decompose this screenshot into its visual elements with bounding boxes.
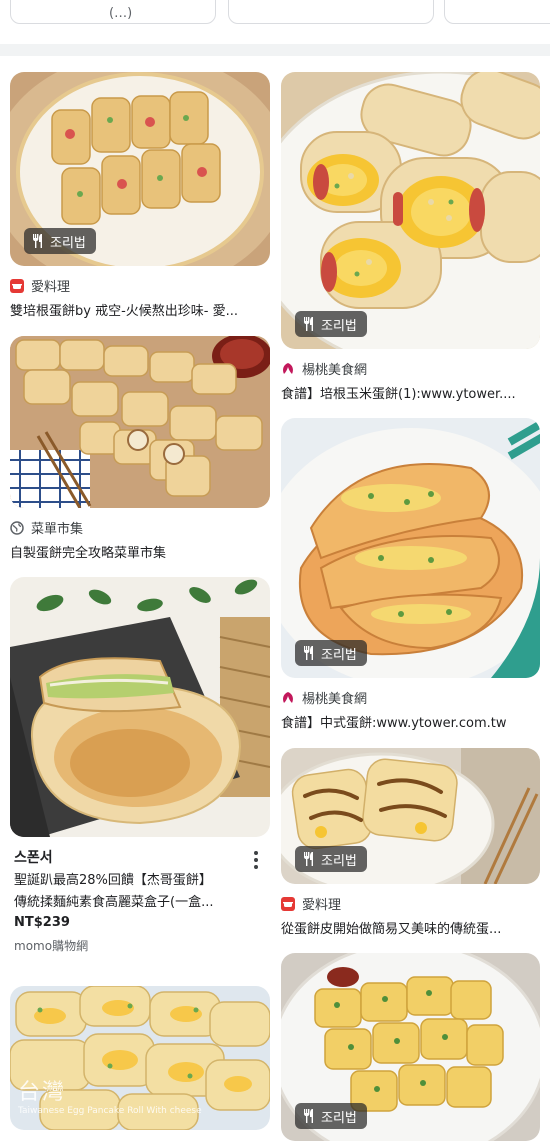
filter-chip[interactable] [228, 0, 434, 24]
recipe-badge: 조리법 [295, 640, 367, 666]
watermark-sub: Taiwanese Egg Pancake Roll With cheese [18, 1106, 202, 1116]
fork-knife-icon [303, 646, 315, 660]
fork-knife-icon [303, 317, 315, 331]
result-title[interactable]: 食譜】培根玉米蛋餅(1):www.ytower.... [281, 383, 537, 402]
result-title[interactable]: 食譜】中式蛋餅:www.ytower.com.tw [281, 712, 537, 731]
ytower-logo-icon [281, 362, 295, 376]
globe-icon [10, 520, 24, 535]
pot-icon [10, 278, 24, 293]
sponsor-label: 스폰서 [14, 850, 53, 866]
result-title[interactable]: 自製蛋餅完全攻略菜單市集 [10, 542, 266, 561]
watermark: 台灣 Taiwanese Egg Pancake Roll With chees… [18, 1074, 202, 1116]
result-source-label: 楊桃美食網 [302, 363, 368, 378]
result-title[interactable]: 從蛋餅皮開始做簡易又美味的傳統蛋... [281, 918, 537, 937]
recipe-badge-label: 조리법 [321, 853, 357, 869]
ytower-logo-icon [281, 691, 295, 705]
result-thumbnail[interactable]: 조리법 [10, 72, 270, 266]
filter-chip-row: (…) [0, 0, 550, 44]
result-source[interactable]: 楊桃美食網 [281, 688, 367, 707]
result-thumbnail[interactable]: 조리법 [281, 418, 540, 678]
result-thumbnail[interactable]: 조리법 [281, 748, 540, 884]
result-source-label: 愛料理 [302, 898, 342, 913]
product-title-line2[interactable]: 傳統揉麵純素食高麗菜盒子(一盒... [14, 891, 244, 910]
result-thumbnail[interactable]: 조리법 [281, 72, 540, 349]
recipe-badge: 조리법 [24, 228, 96, 254]
product-thumbnail[interactable] [10, 577, 270, 837]
recipe-badge-label: 조리법 [321, 1110, 357, 1126]
result-source-label: 愛料理 [31, 280, 71, 295]
recipe-badge: 조리법 [295, 1103, 367, 1129]
watermark-text: 台灣 [18, 1080, 67, 1105]
fork-knife-icon [303, 852, 315, 866]
recipe-badge: 조리법 [295, 311, 367, 337]
section-divider [0, 44, 550, 56]
filter-chip[interactable]: (…) [10, 0, 216, 24]
product-title-line1[interactable]: 聖誕趴最高28%回饋【杰哥蛋餅】 [14, 869, 244, 888]
result-thumbnail[interactable]: 조리법 [281, 953, 540, 1141]
result-title[interactable]: 雙培根蛋餅by 戒空-火候熬出珍味- 愛... [10, 300, 266, 319]
filter-chip-label: (…) [109, 6, 133, 21]
result-thumbnail[interactable] [10, 336, 270, 508]
filter-chip[interactable] [444, 0, 550, 24]
result-source[interactable]: 愛料理 [281, 894, 341, 913]
result-source[interactable]: 菜單市集 [10, 518, 83, 537]
recipe-badge: 조리법 [295, 846, 367, 872]
result-source[interactable]: 楊桃美食網 [281, 359, 367, 378]
recipe-badge-label: 조리법 [321, 318, 357, 334]
more-options-icon[interactable] [246, 849, 266, 871]
recipe-badge-label: 조리법 [321, 647, 357, 663]
pot-icon [281, 896, 295, 911]
result-source-label: 菜單市集 [31, 522, 84, 537]
result-source-label: 楊桃美食網 [302, 692, 368, 707]
fork-knife-icon [32, 234, 44, 248]
product-store[interactable]: momo購物網 [14, 937, 88, 954]
recipe-badge-label: 조리법 [50, 235, 86, 251]
product-price: NT$239 [14, 915, 70, 930]
result-source[interactable]: 愛料理 [10, 276, 70, 295]
result-thumbnail[interactable]: 台灣 Taiwanese Egg Pancake Roll With chees… [10, 986, 270, 1130]
fork-knife-icon [303, 1109, 315, 1123]
